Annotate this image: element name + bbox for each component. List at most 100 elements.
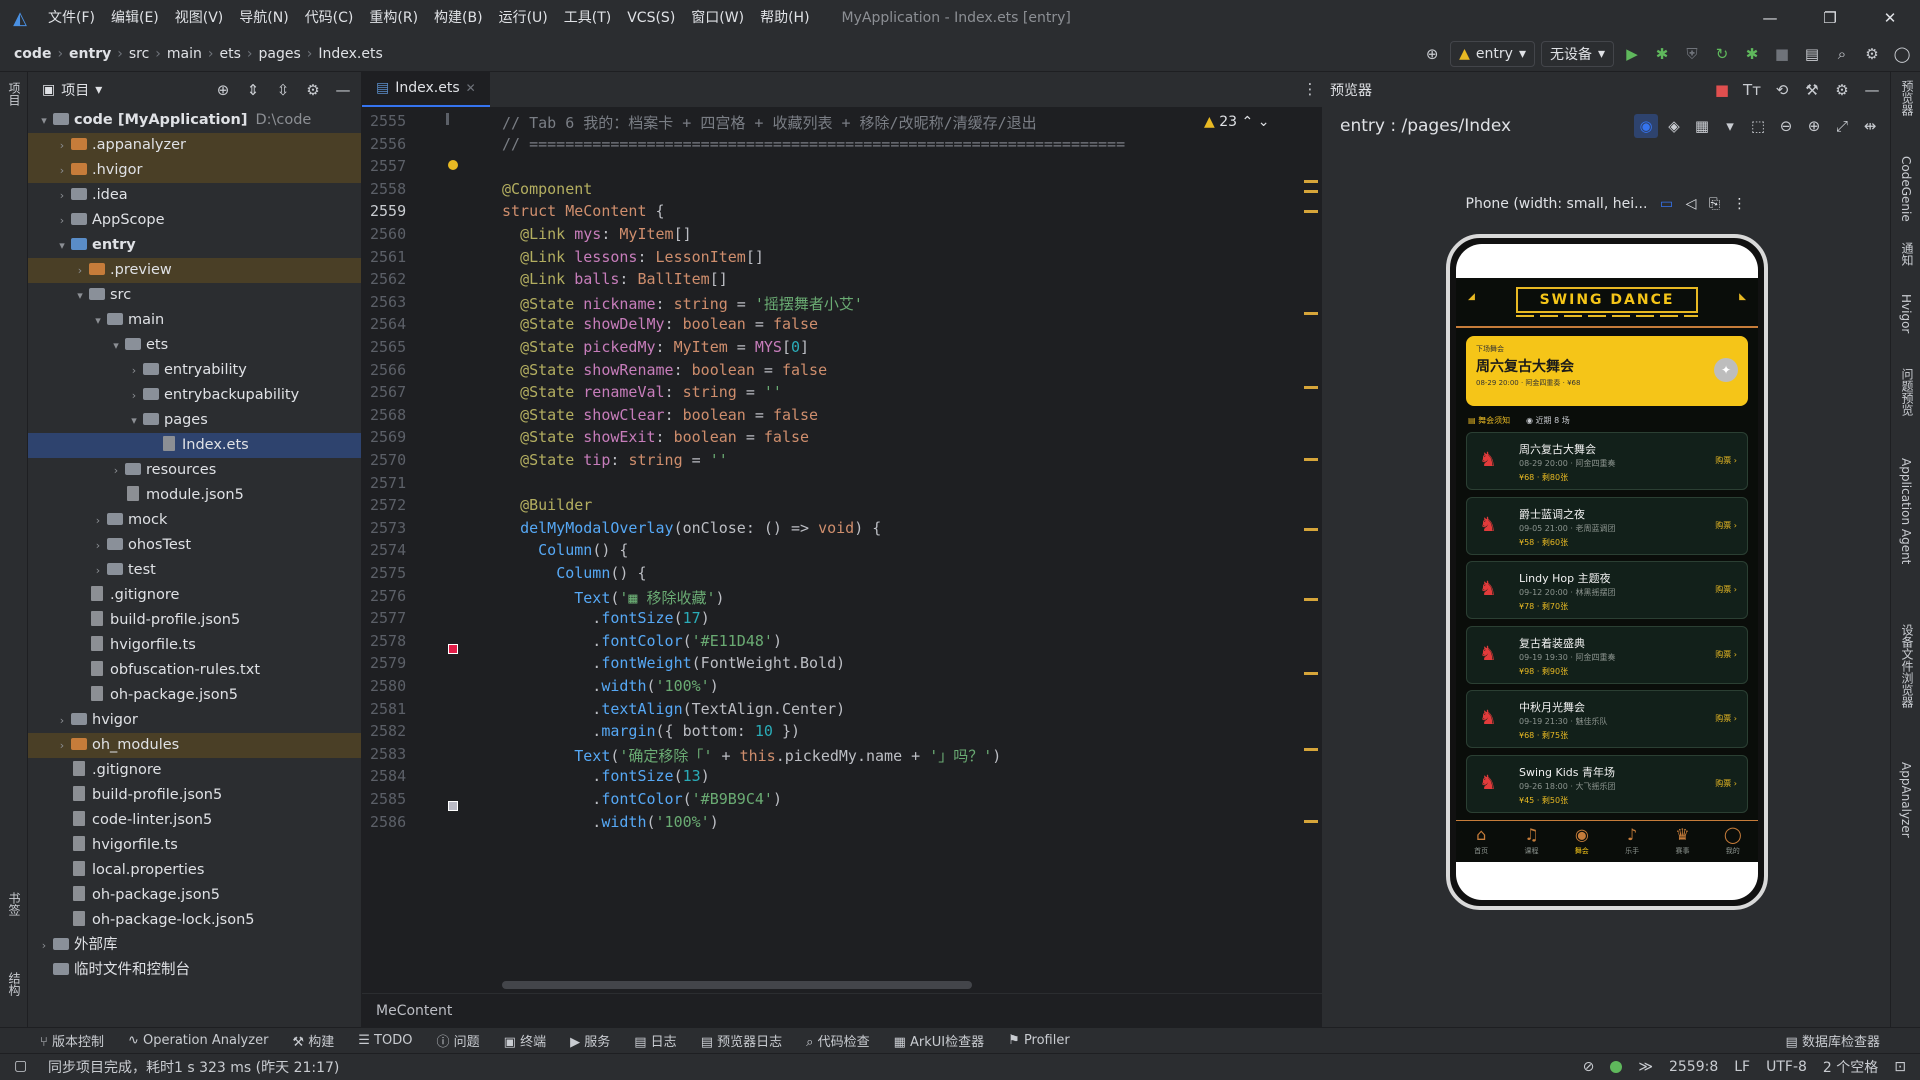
bottom-tool-button[interactable]: ⚑ Profiler [1008, 1033, 1070, 1048]
app-tab[interactable]: ⌂ 首页 [1456, 824, 1506, 862]
file-encoding[interactable]: UTF-8 [1766, 1059, 1807, 1075]
app-logo-icon[interactable]: ◭ [0, 8, 40, 29]
settings-icon[interactable]: ⚙ [1860, 42, 1884, 66]
code-line[interactable]: @State tip: string = '' [502, 451, 728, 469]
bottom-tool-button[interactable]: ☰ TODO [358, 1033, 412, 1048]
breadcrumb-item[interactable]: src [129, 46, 149, 62]
tree-item[interactable]: build-profile.json5 [28, 608, 361, 633]
module-selector[interactable]: ▲ entry ▾ [1450, 41, 1535, 67]
eye-icon[interactable]: ◉ [1634, 114, 1658, 138]
code-line[interactable]: @Link balls: BallItem[] [502, 270, 728, 288]
code-line[interactable]: @State showRename: boolean = false [502, 361, 827, 379]
tree-item[interactable]: Index.ets [28, 433, 361, 458]
chevron-down-icon[interactable]: ⌄ [1258, 114, 1270, 130]
right-tool-button[interactable]: 通知 [1899, 242, 1916, 266]
app-tab[interactable]: ♛ 赛事 [1657, 824, 1707, 862]
rotate-icon[interactable]: ⎘ [1709, 196, 1720, 212]
tree-item[interactable]: › oh_modules [28, 733, 361, 758]
structure-tool-button[interactable]: 结构 [6, 972, 23, 996]
chevron-down-icon[interactable]: ▾ [54, 233, 70, 258]
stop-preview-icon[interactable]: ■ [1710, 78, 1734, 102]
chevron-up-icon[interactable]: ⌃ [1242, 114, 1254, 130]
breadcrumb-item[interactable]: main [167, 46, 202, 62]
expand-icon[interactable]: ⤢ [1830, 114, 1854, 138]
tree-item[interactable]: ▾ code [MyApplication] D:\code [28, 108, 361, 133]
code-line[interactable]: @Component [502, 180, 592, 198]
chevron-right-icon[interactable]: › [54, 733, 70, 758]
close-window-button[interactable]: ✕ [1860, 0, 1920, 36]
code-line[interactable]: Column() { [502, 541, 628, 559]
chevron-right-icon[interactable]: › [90, 508, 106, 533]
buy-ticket-link[interactable]: 购票 › [1715, 778, 1737, 789]
lock-icon[interactable]: ⊡ [1894, 1059, 1906, 1075]
chevron-right-icon[interactable]: › [90, 533, 106, 558]
tree-item[interactable]: › resources [28, 458, 361, 483]
menu-item[interactable]: 运行(U) [491, 0, 556, 36]
code-line[interactable]: Text('确定移除「' + this.pickedMy.name + '」吗？… [502, 745, 1001, 766]
chevron-right-icon[interactable]: › [90, 558, 106, 583]
tree-item[interactable]: ▾ main [28, 308, 361, 333]
right-tool-button[interactable]: 设备文件浏览器 [1899, 624, 1916, 708]
fold-marker[interactable] [446, 113, 449, 125]
code-line[interactable]: .fontColor('#B9B9C4') [502, 790, 782, 808]
code-line[interactable]: // Tab 6 我的：档案卡 + 四宫格 + 收藏列表 + 移除/改昵称/清缓… [502, 112, 1037, 133]
menu-item[interactable]: 导航(N) [231, 0, 296, 36]
refresh-icon[interactable]: ⟲ [1770, 78, 1794, 102]
bottom-tool-button[interactable]: ∿ Operation Analyzer [128, 1033, 268, 1048]
breadcrumb-item[interactable]: entry [69, 46, 111, 62]
tree-item[interactable]: oh-package.json5 [28, 883, 361, 908]
color-swatch-gray[interactable] [448, 801, 458, 811]
code-line[interactable]: struct MeContent { [502, 202, 665, 220]
chevron-right-icon[interactable]: › [54, 158, 70, 183]
hero-card[interactable]: 下场舞会 周六复古大舞会 08-29 20:00 · 阿金四重奏 · ¥68 ✦ [1466, 336, 1748, 406]
tree-item[interactable]: › hvigor [28, 708, 361, 733]
line-separator[interactable]: LF [1734, 1059, 1750, 1075]
menu-item[interactable]: 代码(C) [297, 0, 362, 36]
chevron-right-icon[interactable]: › [72, 258, 88, 283]
no-inspection-icon[interactable]: ⊘ [1583, 1059, 1595, 1075]
tree-item[interactable]: .gitignore [28, 583, 361, 608]
code-line[interactable]: // =====================================… [502, 135, 1125, 153]
code-line[interactable]: @State pickedMy: MyItem = MYS[0] [502, 338, 809, 356]
gear-icon[interactable]: ⚙ [301, 78, 325, 102]
right-tool-button[interactable]: CodeGenie [1899, 156, 1913, 222]
chevron-down-icon[interactable]: ▾ [1718, 114, 1742, 138]
tree-item[interactable]: .gitignore [28, 758, 361, 783]
stop-icon[interactable]: ■ [1770, 42, 1794, 66]
bookmarks-tool-button[interactable]: 书签 [6, 892, 23, 916]
app-tab[interactable]: ♪ 乐手 [1607, 824, 1657, 862]
code-line[interactable]: .fontSize(17) [502, 609, 709, 627]
locate-icon[interactable]: ⊕ [211, 78, 235, 102]
hide-panel-icon[interactable]: — [331, 78, 355, 102]
code-line[interactable]: @State renameVal: string = '' [502, 383, 782, 401]
menu-item[interactable]: 视图(V) [167, 0, 232, 36]
chevron-right-icon[interactable]: › [54, 708, 70, 733]
collapse-all-icon[interactable]: ⇳ [271, 78, 295, 102]
device-manager-icon[interactable]: ▤ [1800, 42, 1824, 66]
inspector-icon[interactable]: ⚒ [1800, 78, 1824, 102]
minimize-button[interactable]: — [1740, 0, 1800, 36]
event-card[interactable]: ♞ Swing Kids 青年场 09-26 18:00 · 大飞摇乐团 ¥45… [1466, 754, 1748, 813]
code-editor[interactable]: 2555 // Tab 6 我的：档案卡 + 四宫格 + 收藏列表 + 移除/改昵… [362, 108, 1322, 993]
tree-item[interactable]: module.json5 [28, 483, 361, 508]
right-tool-button[interactable]: 问题预览 [1899, 368, 1916, 416]
bottom-tool-button[interactable]: ▣ 终端 [504, 1031, 546, 1050]
back-icon[interactable]: ◁ [1686, 196, 1697, 212]
tree-item[interactable]: ▾ src [28, 283, 361, 308]
app-tab[interactable]: ◯ 我的 [1708, 824, 1758, 862]
chevron-right-icon[interactable]: › [54, 183, 70, 208]
chevron-right-icon[interactable]: › [54, 208, 70, 233]
chevron-right-icon[interactable]: › [126, 383, 142, 408]
code-line[interactable]: .fontWeight(FontWeight.Bold) [502, 654, 845, 672]
code-line[interactable]: .width('100%') [502, 813, 718, 831]
breadcrumb-item[interactable]: pages [259, 46, 301, 62]
menu-item[interactable]: 构建(B) [426, 0, 491, 36]
attach-debugger-icon[interactable]: ⛨ [1680, 42, 1704, 66]
code-line[interactable]: @State showExit: boolean = false [502, 428, 809, 446]
indent-setting[interactable]: 2 个空格 [1823, 1057, 1878, 1077]
zoom-out-icon[interactable]: ⊖ [1774, 114, 1798, 138]
code-line[interactable]: .margin({ bottom: 10 }) [502, 722, 800, 740]
app-tab[interactable]: ◉ 舞会 [1557, 824, 1607, 862]
run-icon[interactable]: ▶ [1620, 42, 1644, 66]
profile-icon[interactable]: ✱ [1740, 42, 1764, 66]
